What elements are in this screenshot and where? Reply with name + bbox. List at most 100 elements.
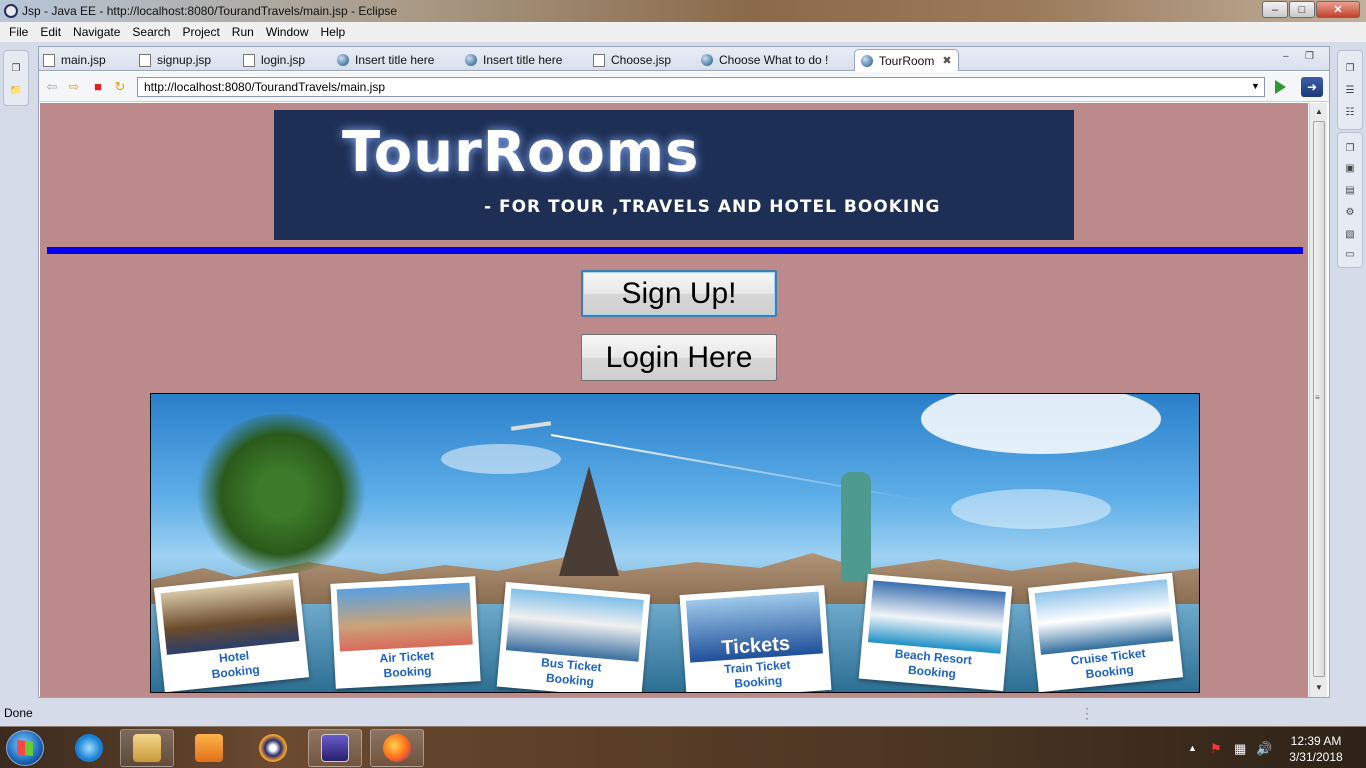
internet-explorer-icon xyxy=(75,734,103,762)
airplane-icon xyxy=(510,421,552,431)
sign-up-button[interactable]: Sign Up! xyxy=(581,270,777,317)
stop-icon[interactable]: ■ xyxy=(91,80,105,94)
blue-divider xyxy=(47,247,1303,254)
menu-project[interactable]: Project xyxy=(176,25,225,39)
menu-edit[interactable]: Edit xyxy=(34,25,67,39)
menu-window[interactable]: Window xyxy=(260,25,315,39)
data-source-icon[interactable]: ▧ xyxy=(1343,229,1357,241)
cruise-ticket-booking-card: Cruise Ticket Booking xyxy=(1027,572,1184,692)
tab-insert-title-1[interactable]: Insert title here xyxy=(337,49,434,71)
maximize-button[interactable]: □ xyxy=(1289,1,1315,18)
tab-login-jsp[interactable]: login.jsp xyxy=(243,49,305,71)
clock-date: 3/31/2018 xyxy=(1289,750,1343,764)
restore-icon[interactable]: ❐ xyxy=(1343,143,1357,155)
back-icon[interactable]: ⇦ xyxy=(45,80,59,94)
cruise-ship-photo xyxy=(1034,579,1174,655)
scroll-up-icon[interactable]: ▲ xyxy=(1315,107,1323,116)
start-button[interactable] xyxy=(6,730,44,766)
beach-resort-booking-card: Beach Resort Booking xyxy=(858,573,1013,692)
taskbar-eclipse[interactable] xyxy=(246,729,300,767)
globe-icon xyxy=(701,54,713,66)
properties-icon[interactable]: ▤ xyxy=(1343,185,1357,197)
menu-help[interactable]: Help xyxy=(315,25,352,39)
url-field[interactable]: http://localhost:8080/TourandTravels/mai… xyxy=(137,77,1265,97)
close-button[interactable]: ✕ xyxy=(1316,1,1360,18)
banner-subtitle: - FOR TOUR ,TRAVELS AND HOTEL BOOKING xyxy=(484,197,941,217)
bus-ticket-booking-card: Bus Ticket Booking xyxy=(496,581,651,692)
maximize-editor-icon[interactable]: ❐ xyxy=(1305,51,1314,62)
taskbar-java-ee-ide[interactable] xyxy=(308,729,362,767)
task-list-icon[interactable]: ☷ xyxy=(1343,107,1357,119)
menu-run[interactable]: Run xyxy=(226,25,260,39)
beach-resort-photo xyxy=(867,580,1006,654)
windows-taskbar: ▲ ⚑ ▦ 🔊 12:39 AM 3/31/2018 xyxy=(0,726,1366,768)
statue-of-liberty xyxy=(841,472,871,582)
banner-title: TourRooms xyxy=(342,120,700,185)
taskbar-file-explorer[interactable] xyxy=(120,729,174,767)
restore-icon[interactable]: ❐ xyxy=(9,63,23,75)
tab-insert-title-2[interactable]: Insert title here xyxy=(465,49,562,71)
servers-icon[interactable]: ⚙ xyxy=(1343,207,1357,219)
web-page-content: TourRooms - FOR TOUR ,TRAVELS AND HOTEL … xyxy=(40,103,1308,697)
console-icon[interactable]: ▭ xyxy=(1343,249,1357,261)
tab-label: Choose What to do ! xyxy=(719,53,829,67)
globe-icon xyxy=(337,54,349,66)
train-tickets-photo: Tickets xyxy=(685,591,823,663)
minimize-editor-icon[interactable]: ‒ xyxy=(1283,51,1289,62)
taskbar-clock[interactable]: 12:39 AM 3/31/2018 xyxy=(1286,733,1346,765)
jsp-file-icon xyxy=(43,53,55,67)
hotel-room-photo xyxy=(160,579,300,655)
package-explorer-icon[interactable]: 📁 xyxy=(9,85,23,97)
restore-icon[interactable]: ❐ xyxy=(1343,63,1357,75)
firefox-icon xyxy=(383,734,411,762)
scroll-down-icon[interactable]: ▼ xyxy=(1315,683,1323,692)
tab-tourroom[interactable]: TourRoom ✖ xyxy=(854,49,959,71)
right-minimized-stack-bottom: ❐ ▣ ▤ ⚙ ▧ ▭ xyxy=(1337,132,1363,268)
window-controls: ‒ □ ✕ xyxy=(1262,1,1360,18)
editor-tab-bar: main.jsp signup.jsp login.jsp Insert tit… xyxy=(39,47,1329,71)
tab-main-jsp[interactable]: main.jsp xyxy=(43,49,106,71)
show-hidden-icons-icon[interactable]: ▲ xyxy=(1188,743,1197,753)
taskbar-media-player[interactable] xyxy=(182,729,236,767)
forward-icon[interactable]: ⇨ xyxy=(67,80,81,94)
login-here-button[interactable]: Login Here xyxy=(581,334,777,381)
eclipse-icon xyxy=(4,4,18,18)
editor-area: main.jsp signup.jsp login.jsp Insert tit… xyxy=(38,46,1330,698)
tab-label: main.jsp xyxy=(61,53,106,67)
taskbar-internet-explorer[interactable] xyxy=(62,729,116,767)
volume-icon[interactable]: 🔊 xyxy=(1256,741,1272,757)
tab-choose-what-to-do[interactable]: Choose What to do ! xyxy=(701,49,828,71)
open-external-browser-icon[interactable]: ➜ xyxy=(1301,77,1323,97)
tab-choose-jsp[interactable]: Choose.jsp xyxy=(593,49,671,71)
menu-file[interactable]: File xyxy=(3,25,34,39)
menu-navigate[interactable]: Navigate xyxy=(67,25,126,39)
air-ticket-booking-card: Air Ticket Booking xyxy=(330,576,481,689)
network-icon[interactable]: ▦ xyxy=(1234,741,1246,757)
markers-icon[interactable]: ▣ xyxy=(1343,163,1357,175)
train-ticket-booking-card: Tickets Train Ticket Booking xyxy=(679,585,832,692)
vertical-scrollbar[interactable]: ▲ ≡ ▼ xyxy=(1309,103,1327,697)
go-icon[interactable] xyxy=(1275,80,1286,94)
close-tab-icon[interactable]: ✖ xyxy=(942,54,951,67)
url-dropdown-icon[interactable]: ▼ xyxy=(1251,81,1260,91)
outline-icon[interactable]: ☰ xyxy=(1343,85,1357,97)
status-bar: Done ⋮ xyxy=(0,702,1366,726)
tab-signup-jsp[interactable]: signup.jsp xyxy=(139,49,211,71)
clock-time: 12:39 AM xyxy=(1290,734,1342,748)
air-ticket-photo xyxy=(336,582,473,652)
travel-collage-image: Hotel Booking Air Ticket Booking Bus Tic… xyxy=(150,393,1200,693)
refresh-icon[interactable]: ↻ xyxy=(113,80,127,94)
windows-logo-icon xyxy=(17,740,33,756)
bus-photo xyxy=(505,588,644,662)
menu-bar: File Edit Navigate Search Project Run Wi… xyxy=(0,22,1366,42)
taskbar-firefox[interactable] xyxy=(370,729,424,767)
scroll-grip-icon: ≡ xyxy=(1315,393,1320,402)
action-center-flag-icon[interactable]: ⚑ xyxy=(1210,741,1222,757)
status-separator: ⋮ xyxy=(1080,705,1094,721)
folder-icon xyxy=(133,734,161,762)
status-text: Done xyxy=(4,706,33,720)
java-ee-ide-icon xyxy=(321,734,349,762)
menu-search[interactable]: Search xyxy=(126,25,176,39)
minimize-button[interactable]: ‒ xyxy=(1262,1,1288,18)
jsp-file-icon xyxy=(593,53,605,67)
